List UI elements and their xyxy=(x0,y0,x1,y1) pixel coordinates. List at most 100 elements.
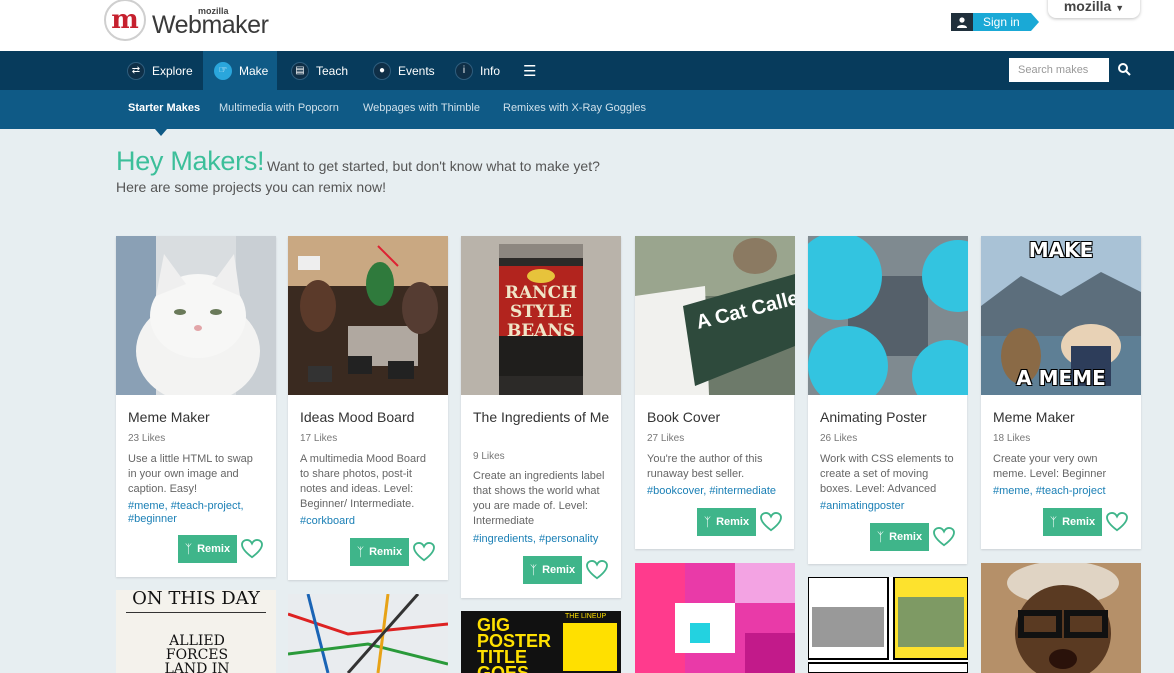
book-icon: ▤ xyxy=(291,61,309,80)
newspaper-headline: ON THIS DAY xyxy=(132,590,260,609)
card-tags[interactable]: #meme, #teach-project, #beginner xyxy=(128,500,268,526)
remix-button[interactable]: ᛉ Remix xyxy=(697,508,756,536)
card-thumbnail-pixel-art[interactable] xyxy=(635,563,795,673)
webmaker-m-icon: m xyxy=(104,0,146,41)
remix-label: Remix xyxy=(542,564,576,576)
card-title[interactable]: Animating Poster xyxy=(820,408,960,426)
remix-button[interactable]: ᛉ Remix xyxy=(350,538,409,566)
remix-button[interactable]: ᛉ Remix xyxy=(1043,508,1102,536)
mozilla-tab-label: mozilla xyxy=(1063,0,1112,14)
search-icon[interactable] xyxy=(1117,62,1133,78)
nav-info-label: Info xyxy=(480,63,501,78)
card-description: A multimedia Mood Board to share photos,… xyxy=(300,453,426,510)
heart-icon[interactable] xyxy=(586,559,608,580)
nav-explore-label: Explore xyxy=(152,63,193,78)
card-description: Work with CSS elements to create a set o… xyxy=(820,453,954,495)
webmaker-logo[interactable]: m mozilla Webmaker xyxy=(104,0,269,42)
card-description: Use a little HTML to swap in your own im… xyxy=(128,453,253,495)
heart-icon[interactable] xyxy=(760,511,782,532)
card-thumbnail-comic[interactable] xyxy=(808,577,968,673)
top-header: m mozilla Webmaker Sign in mozilla ▼ xyxy=(0,0,1174,51)
user-icon xyxy=(951,13,973,31)
card-thumbnail-book[interactable]: A Cat Called xyxy=(635,236,795,395)
make-card[interactable]: Meme Maker 23 Likes Use a little HTML to… xyxy=(116,236,276,577)
fork-icon: ᛉ xyxy=(876,530,885,544)
remix-button[interactable]: ᛉ Remix xyxy=(870,523,929,551)
nav-make-label: Make xyxy=(239,63,269,78)
remix-label: Remix xyxy=(889,531,923,543)
heart-icon[interactable] xyxy=(241,538,263,559)
card-thumbnail-gig-poster[interactable]: GIG POSTER TITLE GOES THE LINEUP xyxy=(461,611,621,673)
make-card[interactable]: Animating Poster 26 Likes Work with CSS … xyxy=(808,236,968,564)
card-tags[interactable]: #ingredients, #personality xyxy=(473,533,613,546)
make-card[interactable]: RANCH STYLE BEANS The Ingredients of Me … xyxy=(461,236,621,598)
heart-icon[interactable] xyxy=(1106,511,1128,532)
map-pin-icon: ● xyxy=(373,61,391,80)
mozilla-tab[interactable]: mozilla ▼ xyxy=(1048,0,1140,18)
card-thumbnail-circles[interactable] xyxy=(808,236,968,395)
card-tags[interactable]: #bookcover, #intermediate xyxy=(647,485,787,498)
fork-icon: ᛉ xyxy=(184,542,193,556)
nav-make[interactable]: ☞ Make xyxy=(203,51,277,90)
heart-icon[interactable] xyxy=(933,526,955,547)
make-card[interactable]: MAKE A MEME Meme Maker 18 Likes Create y… xyxy=(981,236,1141,549)
fork-icon: ᛉ xyxy=(356,545,365,559)
card-title[interactable]: Meme Maker xyxy=(993,408,1133,426)
main-nav: ⇄ Explore ☞ Make ▤ Teach ● Events i Info… xyxy=(0,51,1174,90)
remix-label: Remix xyxy=(369,546,403,558)
card-thumbnail-can[interactable]: RANCH STYLE BEANS xyxy=(461,236,621,395)
nav-explore[interactable]: ⇄ Explore xyxy=(127,51,193,90)
card-tags[interactable]: #meme, #teach-project xyxy=(993,485,1133,498)
search-input[interactable]: Search makes xyxy=(1009,58,1109,82)
logo-mozilla-label: mozilla xyxy=(198,5,229,16)
card-likes: 23 Likes xyxy=(128,433,166,444)
sign-in-button[interactable]: Sign in xyxy=(951,13,1039,31)
card-title[interactable]: Ideas Mood Board xyxy=(300,408,440,426)
card-thumbnail-cat[interactable] xyxy=(116,236,276,395)
heart-icon[interactable] xyxy=(413,541,435,562)
subnav-thimble[interactable]: Webpages with Thimble xyxy=(363,90,480,127)
newspaper-rule xyxy=(126,612,266,613)
card-tags[interactable]: #animatingposter xyxy=(820,500,960,513)
card-thumbnail-tube-map[interactable] xyxy=(288,594,448,673)
card-likes: 27 Likes xyxy=(647,433,685,444)
card-title[interactable]: Meme Maker xyxy=(128,408,268,426)
nav-info[interactable]: i Info xyxy=(455,51,500,90)
page-heading: Hey Makers! xyxy=(116,146,265,176)
chevron-down-icon: ▼ xyxy=(1115,3,1125,13)
sign-in-label: Sign in xyxy=(973,13,1039,31)
lineup-heading: THE LINEUP xyxy=(565,613,607,620)
subnav-starter-makes[interactable]: Starter Makes xyxy=(128,90,200,127)
nav-teach[interactable]: ▤ Teach xyxy=(291,51,348,90)
card-thumbnail-newspaper[interactable]: ON THIS DAY ALLIED FORCES LAND IN FRANCE xyxy=(116,590,276,673)
card-title[interactable]: Book Cover xyxy=(647,408,787,426)
card-description: You're the author of this runaway best s… xyxy=(647,453,763,480)
subnav-xray-goggles[interactable]: Remixes with X-Ray Goggles xyxy=(503,90,646,127)
card-description: Create an ingredients label that shows t… xyxy=(473,470,605,527)
card-tags[interactable]: #corkboard xyxy=(300,515,440,528)
subnav-popcorn[interactable]: Multimedia with Popcorn xyxy=(219,90,339,127)
card-thumbnail-workshop[interactable] xyxy=(288,236,448,395)
remix-button[interactable]: ᛉ Remix xyxy=(178,535,237,563)
make-card[interactable]: A Cat Called Book Cover 27 Likes You're … xyxy=(635,236,795,549)
intro-line-1: Want to get started, but don't know what… xyxy=(267,158,600,174)
info-icon: i xyxy=(455,61,473,80)
card-likes: 26 Likes xyxy=(820,433,858,444)
remix-button[interactable]: ᛉ Remix xyxy=(523,556,582,584)
nav-events-label: Events xyxy=(398,63,435,78)
fork-icon: ᛉ xyxy=(703,515,712,529)
hamburger-icon[interactable]: ☰ xyxy=(523,51,536,90)
can-label-text: RANCH STYLE BEANS xyxy=(504,283,578,341)
shuffle-icon: ⇄ xyxy=(127,61,145,80)
make-card[interactable]: Ideas Mood Board 17 Likes A multimedia M… xyxy=(288,236,448,580)
card-thumbnail-portrait[interactable] xyxy=(981,563,1141,673)
meme-top-text: MAKE xyxy=(1028,238,1094,262)
card-thumbnail-meme[interactable]: MAKE A MEME xyxy=(981,236,1141,395)
card-likes: 17 Likes xyxy=(300,433,338,444)
card-description: Create your very own meme. Level: Beginn… xyxy=(993,453,1107,480)
remix-label: Remix xyxy=(716,516,750,528)
hand-icon: ☞ xyxy=(214,61,232,80)
remix-label: Remix xyxy=(197,543,231,555)
nav-events[interactable]: ● Events xyxy=(373,51,435,90)
card-title[interactable]: The Ingredients of Me xyxy=(473,408,613,426)
